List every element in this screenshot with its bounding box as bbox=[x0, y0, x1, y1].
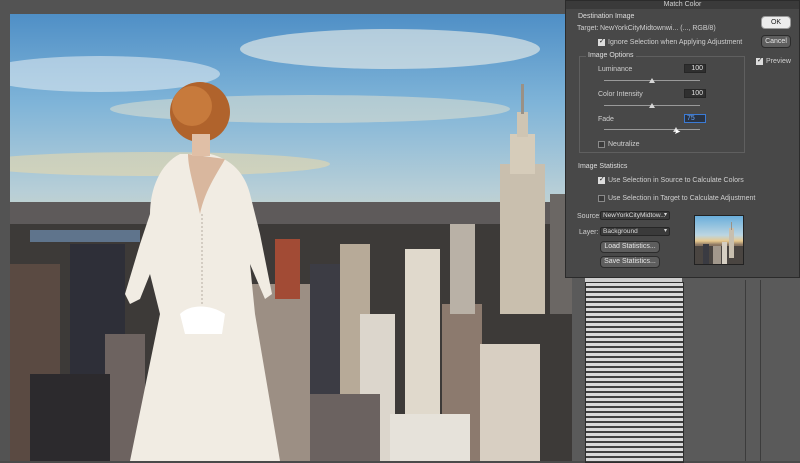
dialog-title: Match Color bbox=[566, 1, 799, 9]
use-target-selection-checkbox[interactable] bbox=[598, 195, 605, 202]
luminance-slider-thumb[interactable] bbox=[649, 78, 655, 83]
target-value: NewYorkCityMidtownwi... (..., RGB/8) bbox=[600, 25, 716, 32]
destination-group-title: Destination Image bbox=[578, 13, 635, 20]
color-intensity-slider-thumb[interactable] bbox=[649, 103, 655, 108]
image-options-title: Image Options bbox=[586, 52, 636, 59]
fade-label: Fade bbox=[598, 116, 614, 123]
source-select[interactable]: NewYorkCityMidtow... ▾ bbox=[600, 211, 670, 220]
chevron-down-icon: ▾ bbox=[663, 228, 667, 234]
ok-button[interactable]: OK bbox=[761, 16, 791, 29]
panel-divider bbox=[760, 280, 761, 461]
neutralize-label: Neutralize bbox=[608, 141, 640, 148]
layer-select-value: Background bbox=[603, 228, 638, 235]
use-source-selection-label: Use Selection in Source to Calculate Col… bbox=[608, 177, 744, 184]
target-label: Target: bbox=[577, 25, 599, 32]
source-label: Source: bbox=[577, 213, 602, 220]
fade-field[interactable]: 75 bbox=[684, 114, 706, 123]
color-intensity-field[interactable]: 100 bbox=[684, 89, 706, 98]
panel-divider bbox=[745, 280, 746, 461]
use-source-selection-checkbox[interactable] bbox=[598, 175, 605, 184]
fade-slider[interactable] bbox=[604, 129, 700, 130]
preview-label: Preview bbox=[766, 58, 791, 65]
building-image bbox=[585, 282, 684, 463]
pointer-cursor-icon: ➤ bbox=[674, 127, 681, 136]
load-statistics-button[interactable]: Load Statistics... bbox=[600, 241, 660, 253]
source-select-value: NewYorkCityMidtow... bbox=[603, 212, 666, 219]
save-statistics-button[interactable]: Save Statistics... bbox=[600, 256, 660, 268]
use-target-selection-label: Use Selection in Target to Calculate Adj… bbox=[608, 195, 756, 202]
chevron-down-icon: ▾ bbox=[663, 212, 667, 218]
luminance-label: Luminance bbox=[598, 66, 633, 73]
city-photo bbox=[10, 29, 572, 461]
ignore-selection-label: Ignore Selection when Applying Adjustmen… bbox=[608, 39, 743, 46]
neutralize-checkbox[interactable] bbox=[598, 141, 605, 148]
layer-label: Layer: bbox=[579, 229, 599, 236]
preview-checkbox[interactable] bbox=[756, 56, 763, 65]
color-intensity-label: Color Intensity bbox=[598, 91, 643, 98]
ignore-selection-checkbox[interactable] bbox=[598, 37, 605, 46]
document-canvas[interactable] bbox=[10, 14, 572, 461]
cancel-button[interactable]: Cancel bbox=[761, 35, 791, 48]
source-thumbnail bbox=[694, 215, 744, 265]
luminance-field[interactable]: 100 bbox=[684, 64, 706, 73]
image-statistics-title: Image Statistics bbox=[578, 163, 628, 170]
layer-select[interactable]: Background ▾ bbox=[600, 227, 670, 236]
